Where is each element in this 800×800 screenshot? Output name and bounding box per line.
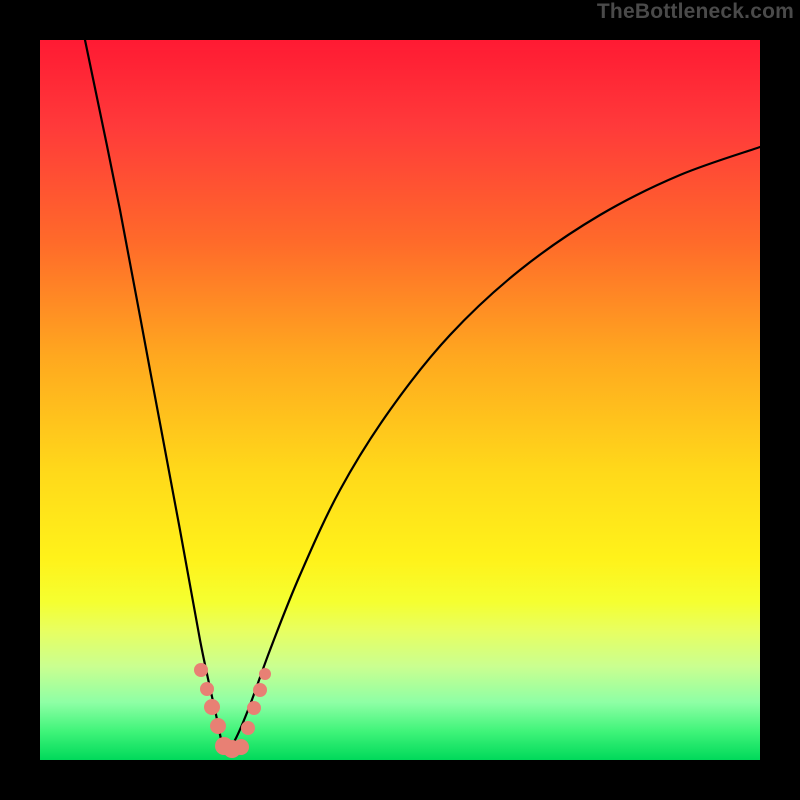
data-bead xyxy=(210,718,226,734)
data-bead xyxy=(194,663,208,677)
data-bead xyxy=(233,739,249,755)
data-bead xyxy=(253,683,267,697)
data-bead xyxy=(200,682,214,696)
watermark: TheBottleneck.com xyxy=(597,0,794,24)
data-bead xyxy=(259,668,271,680)
bottleneck-curve xyxy=(40,40,760,760)
data-bead xyxy=(241,721,255,735)
data-bead xyxy=(204,699,220,715)
data-bead xyxy=(247,701,261,715)
plot-area xyxy=(40,40,760,760)
